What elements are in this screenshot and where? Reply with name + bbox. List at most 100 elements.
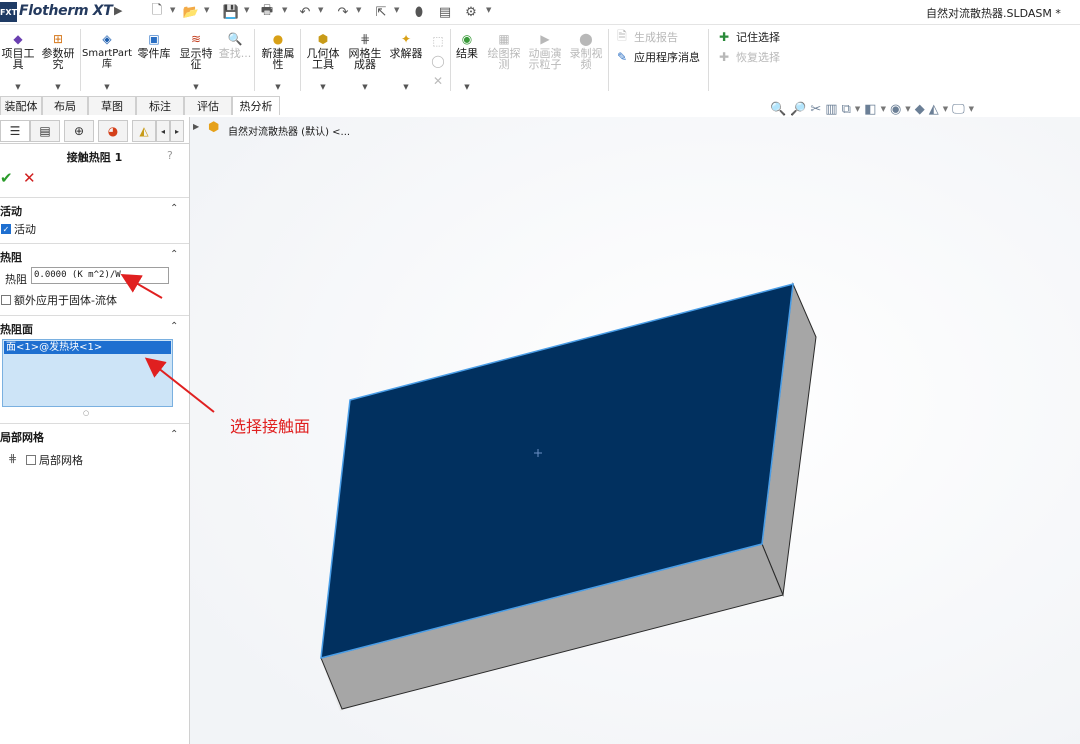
find-button[interactable]: 🔍 查找...: [216, 31, 254, 91]
local-mesh-checkbox-row[interactable]: 局部网格: [26, 452, 83, 468]
solver-button[interactable]: ✦ 求解器 ▼: [386, 31, 426, 91]
app-messages-button[interactable]: ✎ 应用程序消息: [614, 47, 700, 67]
chevron-down-icon[interactable]: ▼: [905, 105, 910, 113]
circle-icon[interactable]: ◯: [430, 51, 446, 71]
tab-assembly[interactable]: 装配体: [0, 96, 42, 115]
zoom-fit-icon[interactable]: 🔍: [770, 102, 786, 117]
cancel-x-icon[interactable]: ✕: [23, 169, 36, 187]
display-settings-icon[interactable]: 🖵: [952, 102, 965, 117]
chevron-down-icon[interactable]: ▼: [969, 105, 974, 113]
parametric-study-button[interactable]: ⊞ 参数研 究 ▼: [38, 31, 78, 91]
chevron-down-icon[interactable]: ▼: [403, 83, 408, 91]
chevron-left-icon[interactable]: ◂: [156, 120, 170, 142]
new-attribute-button[interactable]: ● 新建属 性 ▼: [258, 31, 298, 91]
print-icon[interactable]: 🖶: [258, 3, 276, 20]
collapse-chevron-icon[interactable]: ⌃: [170, 321, 178, 332]
previous-view-icon[interactable]: ✂: [810, 102, 821, 117]
file-properties-icon[interactable]: ▤: [436, 4, 454, 20]
active-checkbox[interactable]: ✓: [1, 224, 11, 234]
hide-show-icon[interactable]: ◉: [890, 102, 901, 117]
ok-check-icon[interactable]: ✔: [0, 169, 13, 187]
flyout-tree-label[interactable]: 自然对流散热器 (默认) <...: [228, 123, 350, 138]
extra-apply-checkbox[interactable]: [1, 295, 11, 305]
chevron-down-icon[interactable]: ▼: [170, 6, 175, 14]
chevron-down-icon[interactable]: ▼: [204, 6, 209, 14]
tab-evaluate[interactable]: 评估: [184, 96, 232, 115]
chevron-down-icon[interactable]: ▼: [55, 83, 60, 91]
tab-layout[interactable]: 布局: [42, 96, 88, 115]
chevron-down-icon[interactable]: ▼: [362, 83, 367, 91]
section-view-icon[interactable]: ▥: [825, 102, 837, 117]
chevron-down-icon[interactable]: ▼: [320, 83, 325, 91]
tree-expand-arrow-icon[interactable]: ▶: [193, 122, 199, 131]
tab-thermal-analysis[interactable]: 热分析: [232, 96, 280, 115]
open-file-icon[interactable]: 📂: [182, 4, 200, 20]
tab-markup[interactable]: 标注: [136, 96, 184, 115]
collapse-chevron-icon[interactable]: ⌃: [170, 203, 178, 214]
new-file-icon[interactable]: 🗋: [148, 3, 166, 20]
chevron-down-icon[interactable]: ▼: [881, 105, 886, 113]
chevron-down-icon[interactable]: ▼: [486, 6, 491, 14]
redo-icon[interactable]: ↷: [334, 4, 352, 20]
face-selection-list[interactable]: 面<1>@发热块<1>: [2, 339, 173, 407]
property-manager-tab-icon[interactable]: ▤: [30, 120, 60, 142]
chevron-down-icon[interactable]: ▼: [943, 105, 948, 113]
chevron-down-icon[interactable]: ▼: [244, 6, 249, 14]
animate-particles-button[interactable]: ▶ 动画演 示粒子: [524, 31, 566, 91]
options-gear-icon[interactable]: ⚙: [462, 4, 480, 20]
collapse-chevron-icon[interactable]: ⌃: [170, 429, 178, 440]
pin-icon[interactable]: ⬚: [430, 31, 446, 51]
appearance-tab-icon[interactable]: ◕: [98, 120, 128, 142]
solver-icon: ✦: [400, 32, 412, 46]
extra-apply-checkbox-row[interactable]: 额外应用于固体-流体: [1, 292, 117, 308]
chevron-down-icon[interactable]: ▼: [15, 83, 20, 91]
appearance-icon[interactable]: ◆: [915, 102, 925, 117]
close-icon[interactable]: ✕: [430, 71, 446, 91]
geometry-tools-button[interactable]: ⬢ 几何体 工具 ▼: [303, 31, 343, 91]
parts-library-button[interactable]: ▣ 零件库: [134, 31, 174, 91]
generate-report-button[interactable]: 🗎 生成报告: [614, 27, 700, 47]
chevron-down-icon[interactable]: ▼: [193, 83, 198, 91]
save-icon[interactable]: 💾: [222, 4, 240, 20]
resize-grip-icon[interactable]: ○: [83, 409, 89, 417]
local-mesh-checkbox[interactable]: [26, 455, 36, 465]
project-tools-button[interactable]: ◆ 项目工 具 ▼: [0, 31, 36, 91]
thermal-tab-icon[interactable]: ◭: [132, 120, 156, 142]
show-features-button[interactable]: ≋ 显示特 征 ▼: [176, 31, 216, 91]
section-divider: [0, 423, 189, 424]
graphics-viewport[interactable]: ▶ ⬢ 自然对流散热器 (默认) <... 选择接触面: [190, 117, 1080, 744]
chevron-down-icon[interactable]: ▼: [282, 6, 287, 14]
scene-icon[interactable]: ◭: [929, 102, 939, 117]
chevron-down-icon[interactable]: ▼: [356, 6, 361, 14]
chevron-right-icon[interactable]: ▸: [170, 120, 184, 142]
record-video-button[interactable]: ⬤ 录制视 频: [566, 31, 606, 91]
smartpart-library-button[interactable]: ◈ SmartPart 库 ▼: [82, 31, 132, 91]
tab-sketch[interactable]: 草图: [88, 96, 136, 115]
undo-icon[interactable]: ↶: [296, 4, 314, 20]
chevron-down-icon[interactable]: ▼: [275, 83, 280, 91]
model-view-canvas[interactable]: [190, 117, 1080, 744]
selected-face-item[interactable]: 面<1>@发热块<1>: [4, 341, 171, 354]
chevron-down-icon[interactable]: ▼: [464, 83, 469, 91]
select-icon[interactable]: ⇱: [372, 4, 390, 20]
help-icon[interactable]: ?: [167, 149, 173, 162]
view-orientation-icon[interactable]: ⧉: [842, 102, 851, 117]
plot-probe-button[interactable]: ▦ 绘图探 测: [484, 31, 524, 91]
menu-expand-arrow-icon[interactable]: ▶: [114, 4, 122, 17]
results-button[interactable]: ◉ 结果 ▼: [452, 31, 482, 91]
mesh-generator-button[interactable]: ⋕ 网格生 成器 ▼: [345, 31, 385, 91]
chevron-down-icon[interactable]: ▼: [855, 105, 860, 113]
restore-selection-button[interactable]: ✚ 恢复选择: [716, 47, 780, 67]
chevron-down-icon[interactable]: ▼: [104, 83, 109, 91]
configuration-tab-icon[interactable]: ⊕: [64, 120, 94, 142]
remember-selection-button[interactable]: ✚ 记住选择: [716, 27, 780, 47]
rebuild-icon[interactable]: ⬮: [410, 4, 428, 20]
resistance-input[interactable]: 0.0000 (K m^2)/W: [31, 267, 169, 284]
chevron-down-icon[interactable]: ▼: [394, 6, 399, 14]
chevron-down-icon[interactable]: ▼: [318, 6, 323, 14]
display-style-icon[interactable]: ◧: [864, 102, 876, 117]
zoom-area-icon[interactable]: 🔎: [790, 102, 806, 117]
active-checkbox-row[interactable]: ✓ 活动: [1, 221, 36, 237]
feature-tree-tab-icon[interactable]: ☰: [0, 120, 30, 142]
collapse-chevron-icon[interactable]: ⌃: [170, 249, 178, 260]
